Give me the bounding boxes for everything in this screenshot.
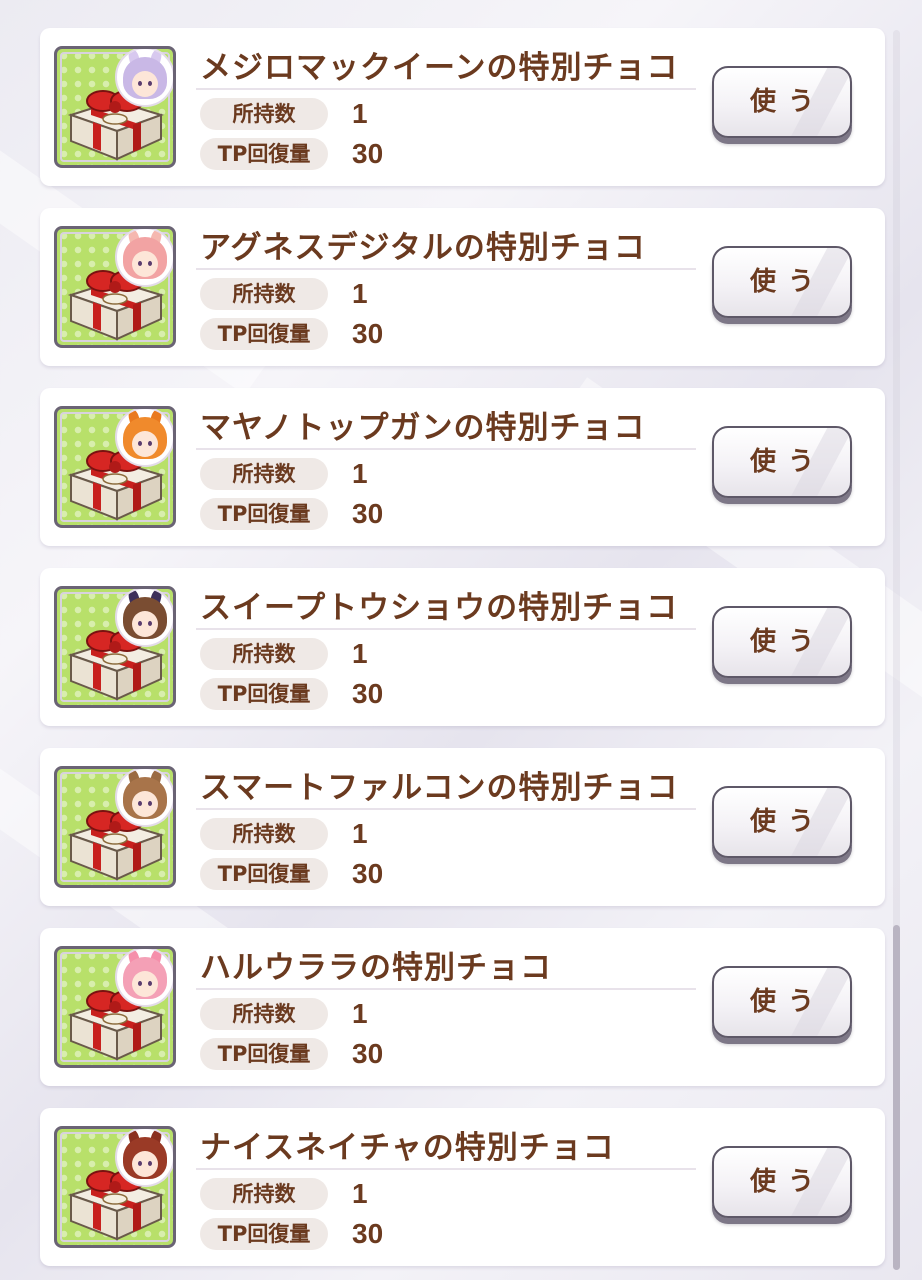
gift-box-icon <box>54 46 176 168</box>
divider <box>196 808 696 810</box>
character-portrait-icon <box>115 769 173 827</box>
use-button[interactable]: 使う <box>712 966 852 1038</box>
use-button-label: 使う <box>749 87 826 117</box>
use-button[interactable]: 使う <box>712 1146 852 1218</box>
item-name: スイープトウショウの特別チョコ <box>200 590 679 626</box>
list-item: マヤノトップガンの特別チョコ 所持数 1 TP回復量 30 使う <box>40 388 885 546</box>
list-item: ハルウララの特別チョコ 所持数 1 TP回復量 30 使う <box>40 928 885 1086</box>
stat-row-tp: TP回復量 30 <box>200 498 383 530</box>
use-button-label: 使う <box>749 627 826 657</box>
tp-label: TP回復量 <box>200 1038 328 1070</box>
gift-box-icon <box>54 226 176 348</box>
stat-row-count: 所持数 1 <box>200 458 368 490</box>
stat-row-tp: TP回復量 30 <box>200 858 383 890</box>
divider <box>196 628 696 630</box>
character-portrait-icon <box>115 589 173 647</box>
list-item: アグネスデジタルの特別チョコ 所持数 1 TP回復量 30 使う <box>40 208 885 366</box>
divider <box>196 1168 696 1170</box>
stat-row-count: 所持数 1 <box>200 818 368 850</box>
chocolate-item-list: メジロマックイーンの特別チョコ 所持数 1 TP回復量 30 使う アグネスデジ… <box>0 0 922 1280</box>
count-label: 所持数 <box>200 278 328 310</box>
use-button-label: 使う <box>749 807 826 837</box>
list-item: スイープトウショウの特別チョコ 所持数 1 TP回復量 30 使う <box>40 568 885 726</box>
gift-box-icon <box>54 406 176 528</box>
gift-box-icon <box>54 1126 176 1248</box>
count-label: 所持数 <box>200 458 328 490</box>
item-name: マヤノトップガンの特別チョコ <box>200 410 646 446</box>
character-portrait-icon <box>115 229 173 287</box>
use-button[interactable]: 使う <box>712 426 852 498</box>
tp-label: TP回復量 <box>200 1218 328 1250</box>
tp-value: 30 <box>352 858 384 889</box>
count-label: 所持数 <box>200 1178 328 1210</box>
use-button-label: 使う <box>749 987 826 1017</box>
scrollbar-thumb[interactable] <box>893 925 900 1270</box>
tp-label: TP回復量 <box>200 138 328 170</box>
use-button-label: 使う <box>749 1167 826 1197</box>
count-label: 所持数 <box>200 998 328 1030</box>
character-portrait-icon <box>115 49 173 107</box>
character-portrait-icon <box>115 409 173 467</box>
count-value: 1 <box>352 458 368 489</box>
count-label: 所持数 <box>200 638 328 670</box>
divider <box>196 988 696 990</box>
list-item: メジロマックイーンの特別チョコ 所持数 1 TP回復量 30 使う <box>40 28 885 186</box>
stat-row-tp: TP回復量 30 <box>200 318 383 350</box>
tp-value: 30 <box>352 138 384 169</box>
item-name: ハルウララの特別チョコ <box>200 950 552 986</box>
use-button[interactable]: 使う <box>712 606 852 678</box>
count-value: 1 <box>352 278 368 309</box>
count-value: 1 <box>352 98 368 129</box>
tp-value: 30 <box>352 498 384 529</box>
use-button[interactable]: 使う <box>712 786 852 858</box>
tp-label: TP回復量 <box>200 858 328 890</box>
stat-row-count: 所持数 1 <box>200 98 368 130</box>
stat-row-tp: TP回復量 30 <box>200 138 383 170</box>
use-button[interactable]: 使う <box>712 246 852 318</box>
count-value: 1 <box>352 998 368 1029</box>
tp-value: 30 <box>352 678 384 709</box>
use-button[interactable]: 使う <box>712 66 852 138</box>
use-button-label: 使う <box>749 447 826 477</box>
count-label: 所持数 <box>200 98 328 130</box>
tp-label: TP回復量 <box>200 678 328 710</box>
stat-row-count: 所持数 1 <box>200 998 368 1030</box>
count-value: 1 <box>352 818 368 849</box>
character-portrait-icon <box>115 949 173 1007</box>
list-item: スマートファルコンの特別チョコ 所持数 1 TP回復量 30 使う <box>40 748 885 906</box>
tp-label: TP回復量 <box>200 318 328 350</box>
stat-row-tp: TP回復量 30 <box>200 1038 383 1070</box>
item-name: ナイスネイチャの特別チョコ <box>200 1130 615 1166</box>
stat-row-count: 所持数 1 <box>200 1178 368 1210</box>
tp-value: 30 <box>352 1218 384 1249</box>
stat-row-count: 所持数 1 <box>200 638 368 670</box>
gift-box-icon <box>54 586 176 708</box>
divider <box>196 88 696 90</box>
count-value: 1 <box>352 638 368 669</box>
tp-label: TP回復量 <box>200 498 328 530</box>
tp-value: 30 <box>352 318 384 349</box>
divider <box>196 268 696 270</box>
gift-box-icon <box>54 766 176 888</box>
stat-row-tp: TP回復量 30 <box>200 1218 383 1250</box>
count-label: 所持数 <box>200 818 328 850</box>
use-button-label: 使う <box>749 267 826 297</box>
item-name: メジロマックイーンの特別チョコ <box>200 50 679 86</box>
count-value: 1 <box>352 1178 368 1209</box>
list-item: ナイスネイチャの特別チョコ 所持数 1 TP回復量 30 使う <box>40 1108 885 1266</box>
character-portrait-icon <box>115 1129 173 1187</box>
stat-row-count: 所持数 1 <box>200 278 368 310</box>
item-name: アグネスデジタルの特別チョコ <box>200 230 646 266</box>
divider <box>196 448 696 450</box>
item-name: スマートファルコンの特別チョコ <box>200 770 679 806</box>
stat-row-tp: TP回復量 30 <box>200 678 383 710</box>
tp-value: 30 <box>352 1038 384 1069</box>
gift-box-icon <box>54 946 176 1068</box>
